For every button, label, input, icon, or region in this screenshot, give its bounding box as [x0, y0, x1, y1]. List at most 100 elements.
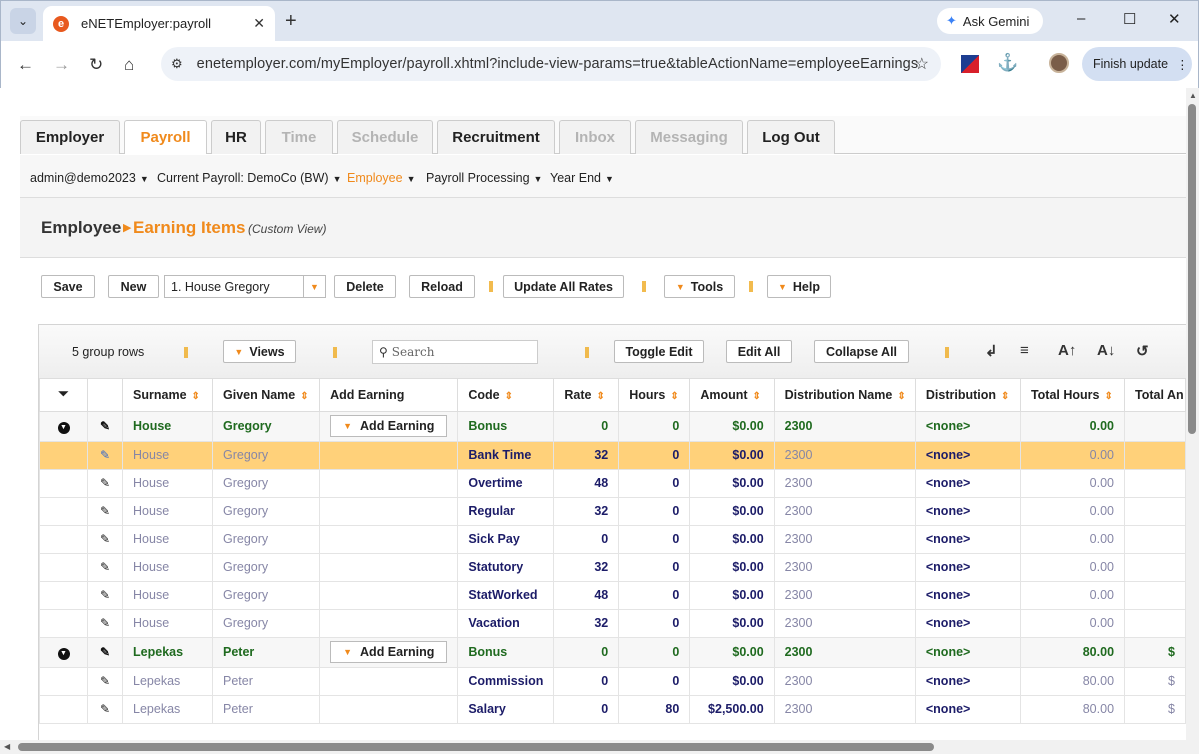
tab-search-chevron-icon[interactable]: ⌄: [10, 8, 36, 34]
code-cell[interactable]: StatWorked: [457, 580, 555, 610]
amount-cell[interactable]: $0.00: [689, 552, 775, 582]
edit-cell[interactable]: ✎: [87, 636, 124, 668]
update-all-rates-button[interactable]: Update All Rates: [503, 275, 624, 298]
edit-all-button[interactable]: Edit All: [726, 340, 792, 363]
code-cell[interactable]: Vacation: [457, 608, 555, 638]
year-end-menu[interactable]: Year End ▼: [550, 171, 614, 185]
collapse-icon[interactable]: ▼: [57, 648, 70, 660]
avatar[interactable]: [1049, 53, 1069, 73]
hours-cell[interactable]: 0: [618, 552, 691, 582]
collapse-icon[interactable]: ▼: [57, 422, 70, 434]
edit-cell[interactable]: ✎: [87, 524, 124, 554]
code-cell[interactable]: Sick Pay: [457, 524, 555, 554]
back-icon[interactable]: ←: [17, 55, 34, 75]
reload-icon[interactable]: ↻: [89, 55, 103, 75]
pencil-icon[interactable]: ✎: [100, 419, 110, 433]
tab-time[interactable]: Time: [265, 120, 333, 154]
distribution-name-cell[interactable]: 2300: [773, 636, 916, 668]
new-button[interactable]: New: [108, 275, 159, 298]
clear-format-icon[interactable]: ≡: [1020, 342, 1029, 359]
rate-cell[interactable]: 32: [553, 552, 620, 582]
url-text[interactable]: enetemployer.com/myEmployer/payroll.xhtm…: [197, 56, 919, 72]
font-decrease-icon[interactable]: A↓: [1097, 342, 1115, 359]
add-earning-button[interactable]: ▼ Add Earning: [330, 641, 448, 663]
col-total-hours[interactable]: Total Hours ⇕: [1019, 379, 1126, 412]
delete-button[interactable]: Delete: [334, 275, 396, 298]
distribution-cell[interactable]: <none>: [914, 440, 1021, 470]
code-cell[interactable]: Regular: [457, 496, 555, 526]
browser-tab[interactable]: e eNETEmployer:payroll ✕: [43, 6, 275, 41]
tab-inbox[interactable]: Inbox: [559, 120, 631, 154]
scroll-up-icon[interactable]: ▲: [1189, 91, 1197, 100]
rate-cell[interactable]: 48: [553, 580, 620, 610]
amount-cell[interactable]: $2,500.00: [689, 694, 775, 724]
filter-header[interactable]: ⏷: [38, 379, 89, 412]
extension-flag-icon[interactable]: [961, 55, 979, 73]
col-surname[interactable]: Surname ⇕: [122, 379, 213, 412]
distribution-name-cell[interactable]: 2300: [773, 608, 916, 638]
table-row[interactable]: ✎ House Gregory StatWorked 48 0 $0.00 2300 <none…: [38, 580, 1186, 610]
table-row[interactable]: ✎ House Gregory Sick Pay 0 0 $0.00 2300 <none> 0.…: [38, 524, 1186, 554]
wrap-icon[interactable]: ↲: [985, 342, 998, 360]
distribution-name-cell[interactable]: 2300: [773, 496, 916, 526]
plus-icon[interactable]: +: [285, 10, 297, 33]
font-increase-icon[interactable]: A↑: [1058, 342, 1076, 359]
col-distribution-name[interactable]: Distribution Name ⇕: [773, 379, 916, 412]
vertical-scroll-thumb[interactable]: [1188, 104, 1196, 434]
filter-icon[interactable]: ⏷: [59, 387, 69, 401]
hours-cell[interactable]: 0: [618, 524, 691, 554]
distribution-name-cell[interactable]: 2300: [773, 410, 916, 442]
hours-cell[interactable]: 0: [618, 440, 691, 470]
chevron-down-icon[interactable]: ▼: [303, 276, 325, 297]
amount-cell[interactable]: $0.00: [689, 636, 775, 668]
collapse-all-button[interactable]: Collapse All: [814, 340, 909, 363]
distribution-name-cell[interactable]: 2300: [773, 694, 916, 724]
tab-schedule[interactable]: Schedule: [337, 120, 433, 154]
hours-cell[interactable]: 80: [618, 694, 691, 724]
table-row[interactable]: ✎ House Gregory Bank Time 32 0 $0.00 2300 <none>…: [38, 440, 1186, 470]
search-input[interactable]: ⚲ Search: [372, 340, 538, 364]
distribution-cell[interactable]: <none>: [914, 580, 1021, 610]
hours-cell[interactable]: 0: [618, 666, 691, 696]
code-cell[interactable]: Bank Time: [457, 440, 555, 470]
current-payroll-menu[interactable]: Current Payroll: DemoCo (BW) ▼: [157, 171, 342, 185]
tab-logout[interactable]: Log Out: [747, 120, 835, 154]
amount-cell[interactable]: $0.00: [689, 440, 775, 470]
pencil-icon[interactable]: ✎: [100, 588, 110, 602]
distribution-cell[interactable]: <none>: [914, 410, 1021, 442]
pencil-icon[interactable]: ✎: [100, 476, 110, 490]
rate-cell[interactable]: 32: [553, 496, 620, 526]
add-earning-button[interactable]: ▼ Add Earning: [330, 415, 448, 437]
amount-cell[interactable]: $0.00: [689, 580, 775, 610]
breadcrumb-parent[interactable]: Employee: [41, 218, 121, 238]
distribution-name-cell[interactable]: 2300: [773, 666, 916, 696]
maximize-icon[interactable]: ☐: [1123, 10, 1136, 28]
distribution-cell[interactable]: <none>: [914, 694, 1021, 724]
amount-cell[interactable]: $0.00: [689, 496, 775, 526]
rate-cell[interactable]: 0: [553, 666, 620, 696]
tab-messaging[interactable]: Messaging: [635, 120, 743, 154]
rate-cell[interactable]: 0: [553, 636, 620, 668]
ask-gemini-button[interactable]: ✦ Ask Gemini: [937, 8, 1043, 34]
distribution-name-cell[interactable]: 2300: [773, 468, 916, 498]
user-menu[interactable]: admin@demo2023 ▼: [30, 171, 149, 185]
col-rate[interactable]: Rate ⇕: [553, 379, 620, 412]
distribution-name-cell[interactable]: 2300: [773, 552, 916, 582]
help-button[interactable]: ▼ Help: [767, 275, 831, 298]
distribution-cell[interactable]: <none>: [914, 468, 1021, 498]
amount-cell[interactable]: $0.00: [689, 608, 775, 638]
scroll-left-icon[interactable]: ◀: [4, 742, 10, 751]
code-cell[interactable]: Bonus: [457, 410, 555, 442]
rate-cell[interactable]: 0: [553, 694, 620, 724]
amount-cell[interactable]: $0.00: [689, 410, 775, 442]
edit-cell[interactable]: ✎: [87, 440, 124, 470]
col-total-amount[interactable]: Total An: [1124, 379, 1186, 412]
edit-cell[interactable]: ✎: [87, 410, 124, 442]
col-given-name[interactable]: Given Name ⇕: [211, 379, 321, 412]
distribution-cell[interactable]: <none>: [914, 524, 1021, 554]
edit-cell[interactable]: ✎: [87, 580, 124, 610]
minimize-icon[interactable]: –: [1077, 10, 1085, 27]
code-cell[interactable]: Salary: [457, 694, 555, 724]
employee-menu[interactable]: Employee ▼: [347, 171, 416, 185]
code-cell[interactable]: Statutory: [457, 552, 555, 582]
